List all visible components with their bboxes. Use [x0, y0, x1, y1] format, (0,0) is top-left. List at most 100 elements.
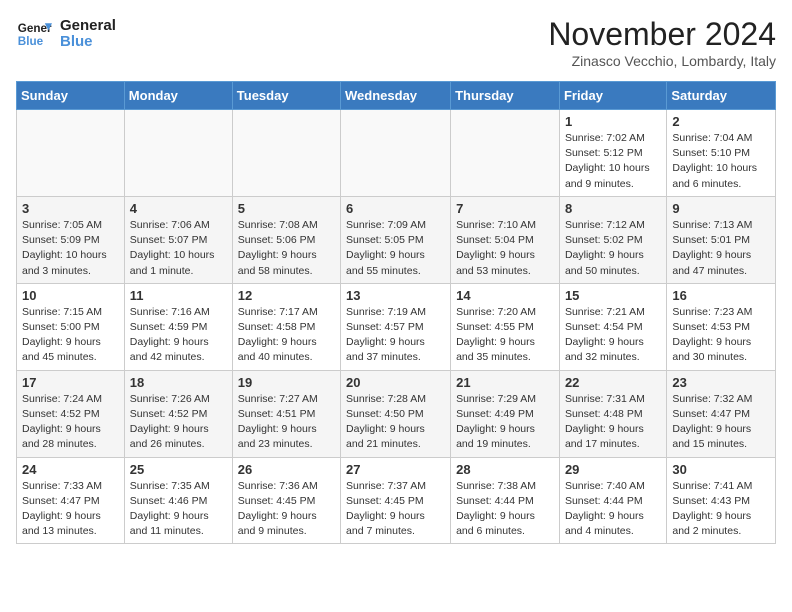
calendar-day-cell	[451, 110, 560, 197]
calendar-day-cell: 23Sunrise: 7:32 AM Sunset: 4:47 PM Dayli…	[667, 370, 776, 457]
day-number: 26	[238, 462, 335, 477]
day-info: Sunrise: 7:37 AM Sunset: 4:45 PM Dayligh…	[346, 479, 445, 540]
day-number: 20	[346, 375, 445, 390]
logo-general: General	[60, 18, 116, 35]
day-info: Sunrise: 7:17 AM Sunset: 4:58 PM Dayligh…	[238, 305, 335, 366]
day-number: 27	[346, 462, 445, 477]
day-info: Sunrise: 7:21 AM Sunset: 4:54 PM Dayligh…	[565, 305, 661, 366]
day-number: 9	[672, 201, 770, 216]
calendar-week-row: 24Sunrise: 7:33 AM Sunset: 4:47 PM Dayli…	[17, 457, 776, 544]
calendar-day-cell: 20 Sunrise: 7:28 AM Sunset: 4:50 PM Dayli…	[341, 370, 451, 457]
day-number: 16	[672, 288, 770, 303]
calendar-day-cell: 8 Sunrise: 7:12 AM Sunset: 5:02 PM Daylig…	[559, 196, 666, 283]
calendar-table: SundayMondayTuesdayWednesdayThursdayFrid…	[16, 81, 776, 544]
day-number: 25	[130, 462, 227, 477]
day-info: Sunrise: 7:13 AM Sunset: 5:01 PM Dayligh…	[672, 218, 770, 279]
day-info: Sunrise: 7:04 AM Sunset: 5:10 PM Dayligh…	[672, 131, 770, 192]
day-number: 11	[130, 288, 227, 303]
calendar-day-cell: 14 Sunrise: 7:20 AM Sunset: 4:55 PM Dayli…	[451, 283, 560, 370]
day-of-week-header: Saturday	[667, 82, 776, 110]
logo-blue: Blue	[60, 34, 116, 51]
day-of-week-header: Sunday	[17, 82, 125, 110]
calendar-day-cell: 25 Sunrise: 7:35 AM Sunset: 4:46 PM Dayli…	[124, 457, 232, 544]
calendar-day-cell: 10 Sunrise: 7:15 AM Sunset: 5:00 PM Dayli…	[17, 283, 125, 370]
calendar-day-cell: 18Sunrise: 7:26 AM Sunset: 4:52 PM Dayli…	[124, 370, 232, 457]
calendar-week-row: 1 Sunrise: 7:02 AM Sunset: 5:12 PM Daylig…	[17, 110, 776, 197]
day-info: Sunrise: 7:06 AM Sunset: 5:07 PM Dayligh…	[130, 218, 227, 279]
calendar-day-cell: 28Sunrise: 7:38 AM Sunset: 4:44 PM Dayli…	[451, 457, 560, 544]
calendar-day-cell: 4 Sunrise: 7:06 AM Sunset: 5:07 PM Daylig…	[124, 196, 232, 283]
page-header: General Blue General Blue November 2024 …	[16, 16, 776, 69]
calendar-day-cell	[124, 110, 232, 197]
day-number: 3	[22, 201, 119, 216]
calendar-day-cell: 13 Sunrise: 7:19 AM Sunset: 4:57 PM Dayli…	[341, 283, 451, 370]
calendar-day-cell: 12 Sunrise: 7:17 AM Sunset: 4:58 PM Dayli…	[232, 283, 340, 370]
calendar-day-cell: 21 Sunrise: 7:29 AM Sunset: 4:49 PM Dayli…	[451, 370, 560, 457]
calendar-day-cell: 1 Sunrise: 7:02 AM Sunset: 5:12 PM Daylig…	[559, 110, 666, 197]
day-info: Sunrise: 7:41 AM Sunset: 4:43 PM Dayligh…	[672, 479, 770, 540]
calendar-day-cell: 9 Sunrise: 7:13 AM Sunset: 5:01 PM Daylig…	[667, 196, 776, 283]
day-info: Sunrise: 7:28 AM Sunset: 4:50 PM Dayligh…	[346, 392, 445, 453]
day-number: 1	[565, 114, 661, 129]
day-number: 4	[130, 201, 227, 216]
calendar-day-cell: 5Sunrise: 7:08 AM Sunset: 5:06 PM Daylig…	[232, 196, 340, 283]
calendar-day-cell: 6Sunrise: 7:09 AM Sunset: 5:05 PM Daylig…	[341, 196, 451, 283]
calendar-week-row: 3Sunrise: 7:05 AM Sunset: 5:09 PM Daylig…	[17, 196, 776, 283]
day-info: Sunrise: 7:10 AM Sunset: 5:04 PM Dayligh…	[456, 218, 554, 279]
day-info: Sunrise: 7:19 AM Sunset: 4:57 PM Dayligh…	[346, 305, 445, 366]
logo-icon: General Blue	[16, 16, 52, 52]
day-of-week-header: Wednesday	[341, 82, 451, 110]
day-number: 24	[22, 462, 119, 477]
day-number: 22	[565, 375, 661, 390]
svg-text:Blue: Blue	[18, 35, 44, 48]
calendar-week-row: 17 Sunrise: 7:24 AM Sunset: 4:52 PM Dayli…	[17, 370, 776, 457]
day-number: 17	[22, 375, 119, 390]
day-info: Sunrise: 7:08 AM Sunset: 5:06 PM Dayligh…	[238, 218, 335, 279]
calendar-day-cell: 11 Sunrise: 7:16 AM Sunset: 4:59 PM Dayli…	[124, 283, 232, 370]
day-number: 13	[346, 288, 445, 303]
day-number: 21	[456, 375, 554, 390]
day-of-week-header: Tuesday	[232, 82, 340, 110]
day-number: 12	[238, 288, 335, 303]
day-number: 2	[672, 114, 770, 129]
month-title: November 2024	[548, 16, 776, 53]
calendar-day-cell: 24Sunrise: 7:33 AM Sunset: 4:47 PM Dayli…	[17, 457, 125, 544]
day-number: 23	[672, 375, 770, 390]
title-area: November 2024 Zinasco Vecchio, Lombardy,…	[548, 16, 776, 69]
day-number: 15	[565, 288, 661, 303]
day-number: 19	[238, 375, 335, 390]
day-number: 6	[346, 201, 445, 216]
day-of-week-header: Monday	[124, 82, 232, 110]
calendar-header-row: SundayMondayTuesdayWednesdayThursdayFrid…	[17, 82, 776, 110]
day-number: 8	[565, 201, 661, 216]
calendar-day-cell: 17 Sunrise: 7:24 AM Sunset: 4:52 PM Dayli…	[17, 370, 125, 457]
day-info: Sunrise: 7:20 AM Sunset: 4:55 PM Dayligh…	[456, 305, 554, 366]
day-of-week-header: Thursday	[451, 82, 560, 110]
calendar-day-cell: 15 Sunrise: 7:21 AM Sunset: 4:54 PM Dayli…	[559, 283, 666, 370]
day-number: 18	[130, 375, 227, 390]
calendar-day-cell	[341, 110, 451, 197]
day-info: Sunrise: 7:23 AM Sunset: 4:53 PM Dayligh…	[672, 305, 770, 366]
day-info: Sunrise: 7:02 AM Sunset: 5:12 PM Dayligh…	[565, 131, 661, 192]
day-number: 28	[456, 462, 554, 477]
calendar-day-cell: 26 Sunrise: 7:36 AM Sunset: 4:45 PM Dayli…	[232, 457, 340, 544]
day-info: Sunrise: 7:24 AM Sunset: 4:52 PM Dayligh…	[22, 392, 119, 453]
day-number: 14	[456, 288, 554, 303]
day-info: Sunrise: 7:15 AM Sunset: 5:00 PM Dayligh…	[22, 305, 119, 366]
calendar-day-cell: 29Sunrise: 7:40 AM Sunset: 4:44 PM Dayli…	[559, 457, 666, 544]
day-info: Sunrise: 7:35 AM Sunset: 4:46 PM Dayligh…	[130, 479, 227, 540]
day-number: 30	[672, 462, 770, 477]
day-info: Sunrise: 7:12 AM Sunset: 5:02 PM Dayligh…	[565, 218, 661, 279]
day-number: 29	[565, 462, 661, 477]
day-info: Sunrise: 7:36 AM Sunset: 4:45 PM Dayligh…	[238, 479, 335, 540]
calendar-day-cell: 22 Sunrise: 7:31 AM Sunset: 4:48 PM Dayli…	[559, 370, 666, 457]
day-info: Sunrise: 7:29 AM Sunset: 4:49 PM Dayligh…	[456, 392, 554, 453]
day-info: Sunrise: 7:16 AM Sunset: 4:59 PM Dayligh…	[130, 305, 227, 366]
day-number: 10	[22, 288, 119, 303]
calendar-day-cell	[17, 110, 125, 197]
calendar-day-cell: 7 Sunrise: 7:10 AM Sunset: 5:04 PM Daylig…	[451, 196, 560, 283]
day-info: Sunrise: 7:31 AM Sunset: 4:48 PM Dayligh…	[565, 392, 661, 453]
day-number: 7	[456, 201, 554, 216]
day-of-week-header: Friday	[559, 82, 666, 110]
calendar-day-cell	[232, 110, 340, 197]
